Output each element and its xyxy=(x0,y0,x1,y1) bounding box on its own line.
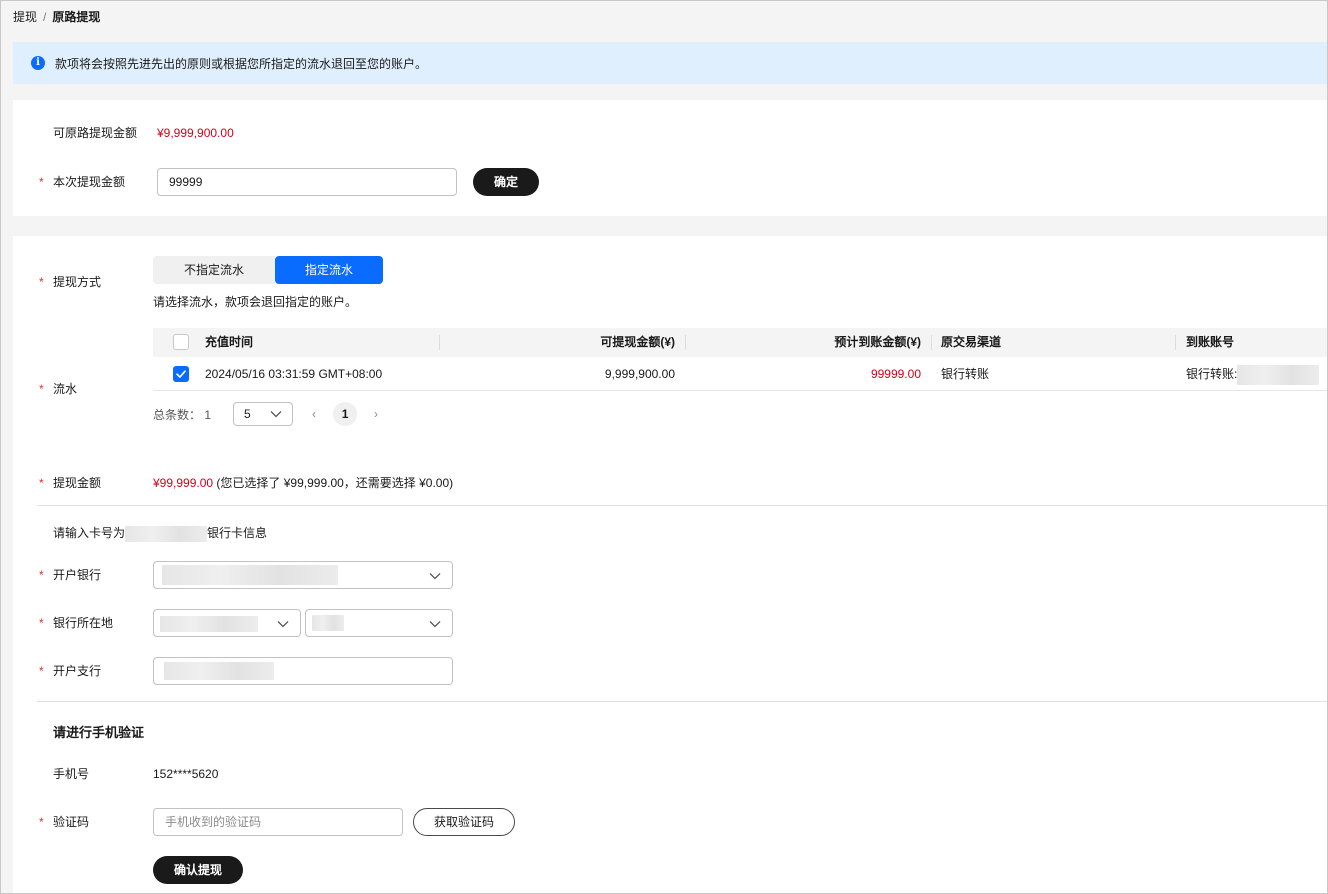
pagination: 总条数： 1 5 ‹ 1 › xyxy=(153,402,387,426)
masked-account xyxy=(1237,364,1320,385)
location-label: 银行所在地 xyxy=(53,616,114,630)
get-code-button[interactable]: 获取验证码 xyxy=(413,808,515,836)
total-value: 1 xyxy=(204,407,212,422)
total-label: 总条数： xyxy=(153,407,202,422)
column-divider xyxy=(439,335,440,350)
bank-prompt-prefix: 请输入卡号为 xyxy=(53,526,126,540)
bank-prompt: 请输入卡号为 银行卡信息 xyxy=(53,525,267,542)
column-header-expected: 预计到账金额(¥) xyxy=(834,335,921,349)
masked-city xyxy=(312,615,344,631)
column-header-channel: 原交易渠道 xyxy=(941,335,1002,349)
method-option-unspecified[interactable]: 不指定流水 xyxy=(153,256,275,284)
info-alert: i 款项将会按照先进先出的原则或根据您所指定的流水退回至您的账户。 xyxy=(13,42,1327,84)
required-mark: * xyxy=(39,382,44,396)
section-divider xyxy=(37,701,1327,702)
breadcrumb: 提现 / 原路提现 xyxy=(13,9,100,25)
column-header-withdrawable: 可提现金额(¥) xyxy=(600,335,675,349)
row-checkbox[interactable] xyxy=(173,366,189,382)
required-mark: * xyxy=(39,815,44,829)
row-channel: 银行转账 xyxy=(941,367,990,381)
breadcrumb-parent[interactable]: 提现 xyxy=(13,9,37,25)
table-header: 充值时间 可提现金额(¥) 预计到账金额(¥) 原交易渠道 到账账号 xyxy=(153,328,1327,357)
withdraw-amount-value: ¥99,999.00 xyxy=(153,476,214,490)
code-input[interactable] xyxy=(153,808,403,836)
chevron-down-icon xyxy=(429,621,441,628)
page-frame: 提现 / 原路提现 i 款项将会按照先进先出的原则或根据您所指定的流水退回至您的… xyxy=(0,0,1328,894)
chevron-down-icon xyxy=(270,411,282,418)
total-count: 总条数： 1 xyxy=(153,406,211,423)
page-size-select[interactable]: 5 xyxy=(233,402,294,426)
required-mark: * xyxy=(39,616,44,630)
withdraw-amount-label: 提现金额 xyxy=(53,476,102,490)
branch-input[interactable] xyxy=(153,657,453,685)
alert-text: 款项将会按照先进先出的原则或根据您所指定的流水退回至您的账户。 xyxy=(55,56,428,71)
row-expected: 99999.00 xyxy=(870,367,921,381)
flow-table: 充值时间 可提现金额(¥) 预计到账金额(¥) 原交易渠道 到账账号 2024/… xyxy=(153,328,1327,391)
method-option-specified[interactable]: 指定流水 xyxy=(275,256,383,284)
required-mark: * xyxy=(39,175,44,189)
page-size-value: 5 xyxy=(244,407,251,421)
confirm-amount-button[interactable]: 确定 xyxy=(473,168,539,196)
bank-select[interactable] xyxy=(153,561,453,589)
required-mark: * xyxy=(39,476,44,490)
masked-bank-name xyxy=(162,565,338,585)
details-card: * 提现方式 不指定流水 指定流水 请选择流水，款项会退回指定的账户。 * 流水… xyxy=(13,236,1327,893)
check-icon xyxy=(176,370,186,378)
required-mark: * xyxy=(39,568,44,582)
amount-label: 本次提现金额 xyxy=(53,175,126,189)
available-value: ¥9,999,900.00 xyxy=(157,126,234,140)
chevron-down-icon xyxy=(277,621,289,628)
verify-title: 请进行手机验证 xyxy=(53,725,145,740)
withdraw-amount-note: (您已选择了 ¥99,999.00，还需要选择 ¥0.00) xyxy=(216,476,454,490)
phone-label: 手机号 xyxy=(53,767,90,781)
bank-prompt-suffix: 银行卡信息 xyxy=(207,526,268,540)
row-withdrawable: 9,999,900.00 xyxy=(604,367,675,381)
current-page[interactable]: 1 xyxy=(333,402,358,426)
phone-value: 152****5620 xyxy=(153,767,219,781)
row-time: 2024/05/16 03:31:59 GMT+08:00 xyxy=(205,367,383,381)
column-header-time: 充值时间 xyxy=(205,335,254,349)
breadcrumb-current: 原路提现 xyxy=(52,10,101,24)
required-mark: * xyxy=(39,664,44,678)
flow-label: 流水 xyxy=(53,382,78,396)
code-label: 验证码 xyxy=(53,815,90,829)
breadcrumb-separator: / xyxy=(43,10,47,24)
amount-card: 可原路提现金额 ¥9,999,900.00 * 本次提现金额 确定 xyxy=(13,100,1327,216)
prev-page-button[interactable]: ‹ xyxy=(303,403,325,425)
confirm-withdraw-button[interactable]: 确认提现 xyxy=(153,856,243,884)
column-divider xyxy=(685,335,686,350)
province-select[interactable] xyxy=(153,609,301,637)
city-select[interactable] xyxy=(305,609,453,637)
bank-label: 开户银行 xyxy=(53,568,102,582)
available-label: 可原路提现金额 xyxy=(53,126,138,140)
row-account-label: 银行转账: xyxy=(1186,367,1238,381)
withdraw-amount-summary: ¥99,999.00 (您已选择了 ¥99,999.00，还需要选择 ¥0.00… xyxy=(153,475,453,491)
row-account: 银行转账: xyxy=(1186,357,1320,391)
column-divider xyxy=(931,335,932,350)
method-label: 提现方式 xyxy=(53,275,102,289)
method-hint: 请选择流水，款项会退回指定的账户。 xyxy=(153,295,358,309)
select-all-checkbox[interactable] xyxy=(173,334,189,350)
next-page-button[interactable]: › xyxy=(365,403,387,425)
chevron-down-icon xyxy=(429,573,441,580)
required-mark: * xyxy=(39,275,44,289)
amount-input[interactable] xyxy=(157,168,457,196)
masked-province xyxy=(160,616,258,632)
section-divider xyxy=(37,505,1327,506)
branch-label: 开户支行 xyxy=(53,664,102,678)
column-divider xyxy=(1175,335,1176,350)
column-header-account: 到账账号 xyxy=(1186,335,1235,349)
masked-card-number xyxy=(125,525,208,542)
info-icon: i xyxy=(31,56,45,70)
method-segmented: 不指定流水 指定流水 xyxy=(153,256,383,284)
masked-branch xyxy=(164,662,274,680)
table-row[interactable]: 2024/05/16 03:31:59 GMT+08:00 9,999,900.… xyxy=(153,357,1327,391)
